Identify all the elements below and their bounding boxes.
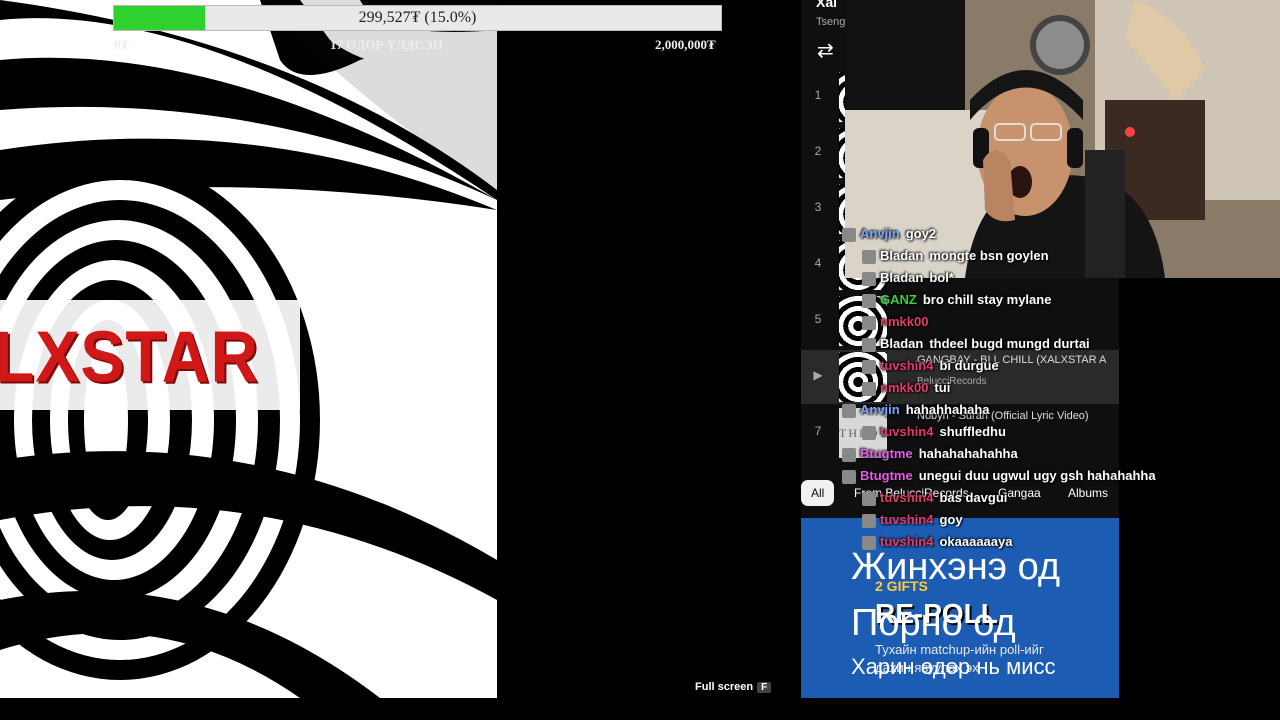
now-playing-icon: ▶ xyxy=(813,368,823,382)
chip-all[interactable]: All xyxy=(801,480,835,506)
chat-text: bol* xyxy=(929,270,954,285)
chat-avatar-icon xyxy=(862,425,876,440)
chat-text: hahahhahaha xyxy=(905,402,990,417)
goal-days-remaining: 17 ӨДӨР ҮЛДСЭН xyxy=(330,37,443,52)
chat-text: bas davgui xyxy=(939,490,1008,505)
chat-message: tuvshin4 bas davgui xyxy=(862,490,1007,512)
chat-text: hahahahahahha xyxy=(918,446,1018,461)
chat-avatar-icon xyxy=(862,293,876,308)
chat-username[interactable]: tuvshin4 xyxy=(880,358,933,373)
chat-message: Bladan mongte bsn goylen xyxy=(862,248,1049,270)
chat-text: bro chill stay mylane xyxy=(922,292,1052,307)
fullscreen-label: Full screen xyxy=(695,681,754,693)
fullscreen-key: F xyxy=(757,682,772,693)
chat-username[interactable]: Btugtme xyxy=(860,446,913,461)
chat-message: nmkk00 tui xyxy=(862,380,950,402)
chat-message: tuvshin4 goy xyxy=(862,512,963,534)
chat-username[interactable]: tuvshin4 xyxy=(880,490,933,505)
chat-avatar-icon xyxy=(862,381,876,396)
chat-message: Bladan bol* xyxy=(862,270,954,292)
chat-message: tuvshin4 bi durgue xyxy=(862,358,999,380)
chat-message: Btugtme hahahahahahha xyxy=(842,446,1018,468)
chat-avatar-icon xyxy=(862,249,876,264)
chat-text: goy2 xyxy=(905,226,937,241)
chat-message: GANZ bro chill stay mylane xyxy=(862,292,1051,314)
chat-avatar-icon xyxy=(862,535,876,550)
playlist-owner[interactable]: Tseng xyxy=(816,16,845,28)
chat-text: goy xyxy=(939,512,963,527)
chat-text: unegui duu ugwul ugy gsh hahahahha xyxy=(918,468,1156,483)
chat-message: Btugtme unegui duu ugwul ugy gsh hahahahh… xyxy=(842,468,1156,490)
playlist-item-number: 5 xyxy=(814,312,822,326)
goal-min-label: 0₮ xyxy=(114,37,130,52)
chat-message: tuvshin4 shuffledhu xyxy=(862,424,1006,446)
chat-username[interactable]: Btugtme xyxy=(860,468,913,483)
brand-logo-text: LXSTAR xyxy=(0,315,260,397)
chat-username[interactable]: Bladan xyxy=(880,248,923,263)
playlist-item-number: 3 xyxy=(814,200,822,214)
chat-message: nmkk00 xyxy=(862,314,934,336)
playlist-item-number: 4 xyxy=(814,256,822,270)
chat-username[interactable]: Anvjin xyxy=(860,402,900,417)
playlist-item-number: 2 xyxy=(814,144,822,158)
chat-message: Anvjin goy2 xyxy=(842,226,936,248)
chat-username[interactable]: tuvshin4 xyxy=(880,424,933,439)
chat-message: tuvshin4 okaaaaaaya xyxy=(862,534,1012,556)
chat-username[interactable]: GANZ xyxy=(880,292,917,307)
chat-avatar-icon xyxy=(862,315,876,330)
chat-avatar-icon xyxy=(842,227,856,242)
chat-text: thdeel bugd mungd durtai xyxy=(929,336,1090,351)
chat-avatar-icon xyxy=(842,403,856,418)
chat-username[interactable]: Anvjin xyxy=(860,226,900,241)
donation-goal-amount: 299,527₮ (15.0%) xyxy=(358,9,477,26)
chat-text: mongte bsn goylen xyxy=(929,248,1049,263)
video-frame[interactable]: LXSTAR xyxy=(0,0,497,698)
chat-message: Bladan thdeel bugd mungd durtai xyxy=(862,336,1090,358)
donation-goal-bar: 299,527₮ (15.0%) xyxy=(113,5,722,31)
card-line-2: Порно од xyxy=(851,602,1016,644)
chat-text: shuffledhu xyxy=(939,424,1006,439)
chat-username[interactable]: nmkk00 xyxy=(880,314,928,329)
card-line-3: Харин өдөр нь мисс xyxy=(851,654,1056,679)
chat-text: tui xyxy=(934,380,951,395)
chat-username[interactable]: nmkk00 xyxy=(880,380,928,395)
chat-avatar-icon xyxy=(862,359,876,374)
chat-username[interactable]: Bladan xyxy=(880,270,923,285)
chat-avatar-icon xyxy=(862,491,876,506)
playlist-title[interactable]: Xal xyxy=(816,0,837,10)
chat-avatar-icon xyxy=(862,337,876,352)
chat-username[interactable]: Bladan xyxy=(880,336,923,351)
goal-max-label: 2,000,000₮ xyxy=(655,37,716,52)
chat-username[interactable]: tuvshin4 xyxy=(880,534,933,549)
card-gifts: 2 GIFTS xyxy=(875,578,928,594)
chat-avatar-icon xyxy=(842,447,856,462)
fullscreen-hint[interactable]: Full screen F xyxy=(695,681,772,693)
chat-text: bi durgue xyxy=(939,358,999,373)
loop-icon[interactable]: ⇄ xyxy=(817,38,834,63)
chat-username[interactable]: tuvshin4 xyxy=(880,512,933,527)
chat-message: Anvjin hahahhahaha xyxy=(842,402,990,424)
chat-text: okaaaaaaya xyxy=(939,534,1013,549)
chat-avatar-icon xyxy=(862,271,876,286)
chat-avatar-icon xyxy=(842,469,856,484)
playlist-item-number: 1 xyxy=(814,88,822,102)
playlist-item-number: 7 xyxy=(814,424,822,438)
chat-avatar-icon xyxy=(862,513,876,528)
